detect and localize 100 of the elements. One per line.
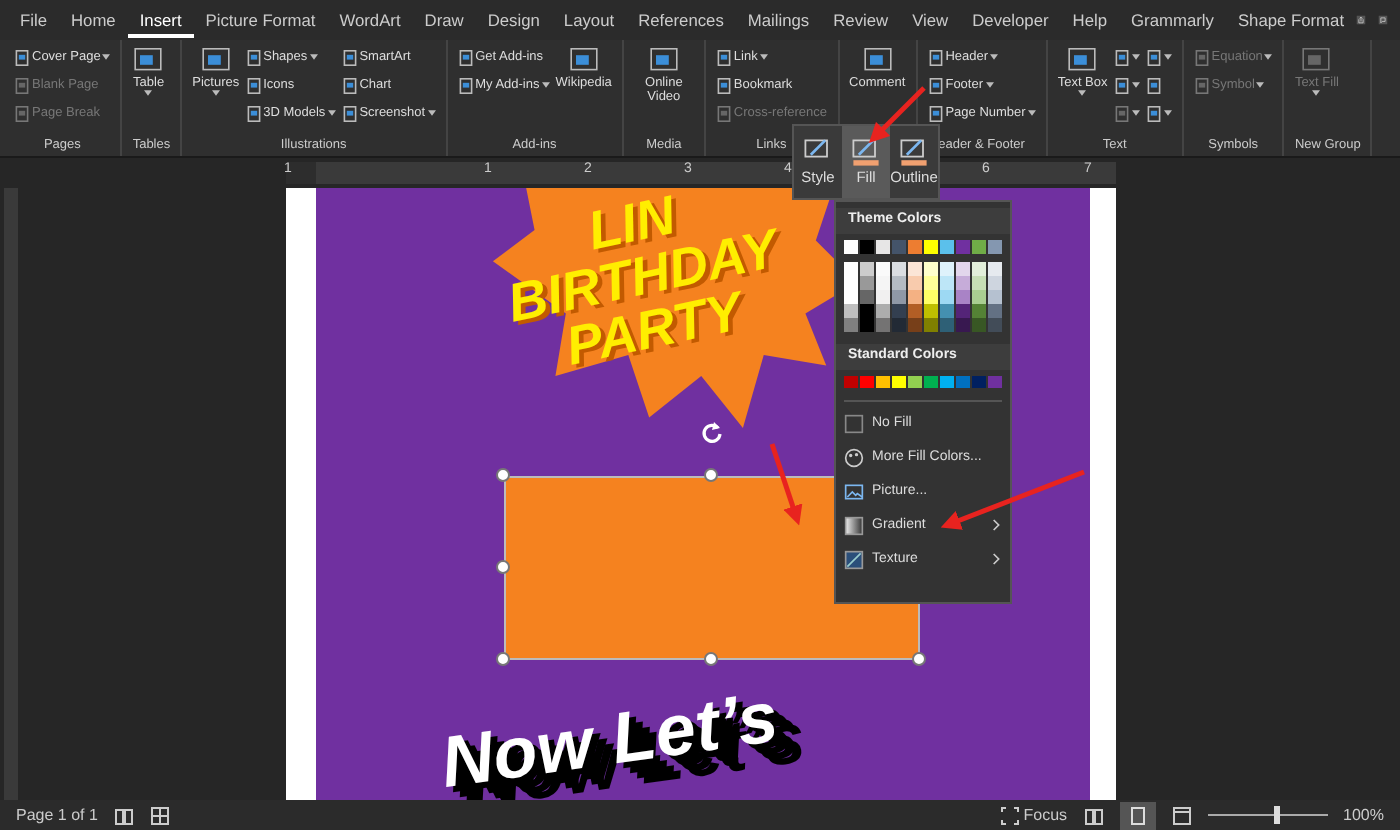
grid-icon[interactable] xyxy=(149,805,170,825)
empty-square-icon xyxy=(844,413,864,433)
color-swatch[interactable] xyxy=(892,375,905,388)
color-swatch[interactable] xyxy=(988,375,1001,388)
focus-icon xyxy=(999,805,1020,825)
color-swatch[interactable] xyxy=(940,240,953,253)
icon-button[interactable] xyxy=(1113,72,1140,98)
color-swatch[interactable] xyxy=(988,261,1001,275)
caret-icon xyxy=(541,82,550,88)
zoom-thumb[interactable] xyxy=(1273,806,1280,824)
caret-icon xyxy=(1131,82,1140,88)
window-icon xyxy=(567,44,600,76)
ribbon-tab[interactable]: Layout xyxy=(551,3,627,37)
caret-icon xyxy=(1312,90,1321,97)
caret-icon xyxy=(1131,54,1140,60)
ribbon-tab[interactable]: Home xyxy=(59,3,128,37)
gradient-square-icon xyxy=(844,515,864,535)
ribbon-tab[interactable]: Developer xyxy=(960,3,1061,37)
color-swatch[interactable] xyxy=(908,261,921,275)
ribbon-tab[interactable]: Picture Format xyxy=(193,3,328,37)
color-swatch[interactable] xyxy=(860,240,873,253)
resize-handle[interactable] xyxy=(496,468,510,482)
color-swatch[interactable] xyxy=(956,375,969,388)
caret-icon xyxy=(1264,54,1273,60)
caret-icon xyxy=(985,82,994,88)
color-swatch[interactable] xyxy=(876,375,889,388)
chevron-right-icon xyxy=(992,518,1002,532)
caret-icon xyxy=(1163,110,1172,116)
icon-button[interactable] xyxy=(1145,44,1172,70)
ribbon-tab[interactable]: File xyxy=(8,3,59,37)
window-icon xyxy=(199,44,232,76)
color-swatch[interactable] xyxy=(924,240,937,253)
color-swatch[interactable] xyxy=(988,240,1001,253)
focus-button[interactable]: Focus xyxy=(999,805,1068,825)
color-swatch[interactable] xyxy=(876,240,889,253)
caret-icon xyxy=(427,110,436,116)
caret-icon xyxy=(102,54,111,60)
ribbon-tab[interactable]: Mailings xyxy=(735,3,822,37)
resize-handle[interactable] xyxy=(496,652,510,666)
image-icon xyxy=(844,481,864,501)
color-swatch[interactable] xyxy=(924,261,937,275)
ribbon-tab[interactable]: WordArt xyxy=(327,3,413,37)
caret-icon xyxy=(144,90,153,97)
window-icon xyxy=(647,44,680,76)
arrow-annotation xyxy=(769,443,803,526)
color-swatch[interactable] xyxy=(972,240,985,253)
icon-button[interactable] xyxy=(1145,100,1172,126)
page-icon xyxy=(1127,805,1148,825)
color-swatch[interactable] xyxy=(844,375,857,388)
color-swatch[interactable] xyxy=(972,375,985,388)
ribbon-tab[interactable]: Grammarly xyxy=(1119,3,1226,37)
resize-handle[interactable] xyxy=(496,560,510,574)
caret-icon xyxy=(1163,54,1172,60)
color-swatch[interactable] xyxy=(940,375,953,388)
color-swatch[interactable] xyxy=(844,240,857,253)
read-mode-icon[interactable] xyxy=(1083,805,1104,825)
caret-icon xyxy=(1027,110,1036,116)
caret-icon xyxy=(759,54,768,60)
resize-handle[interactable] xyxy=(704,652,718,666)
caret-icon xyxy=(309,54,318,60)
window-icon xyxy=(132,44,165,76)
ribbon-tab[interactable]: Design xyxy=(475,3,552,37)
color-swatch[interactable] xyxy=(860,375,873,388)
color-swatch[interactable] xyxy=(972,261,985,275)
ribbon-tab[interactable]: View xyxy=(900,3,961,37)
ribbon-tab[interactable]: Help xyxy=(1060,3,1120,37)
resize-handle[interactable] xyxy=(912,652,926,666)
caret-icon xyxy=(1131,110,1140,116)
ribbon-tab[interactable]: References xyxy=(626,3,736,37)
color-swatch[interactable] xyxy=(940,261,953,275)
book-icon[interactable] xyxy=(113,805,134,825)
ribbon-tab[interactable]: Draw xyxy=(412,3,476,37)
color-swatch[interactable] xyxy=(924,375,937,388)
color-swatch[interactable] xyxy=(860,261,873,275)
icon-button[interactable] xyxy=(1113,44,1140,70)
zoom-level[interactable]: 100% xyxy=(1343,806,1384,824)
color-swatch[interactable] xyxy=(892,240,905,253)
color-swatch[interactable] xyxy=(876,261,889,275)
ribbon-tab[interactable]: Shape Format xyxy=(1225,3,1357,37)
pen-icon xyxy=(848,138,884,168)
pen-icon xyxy=(896,138,932,168)
window-icon xyxy=(1066,44,1099,76)
color-swatch[interactable] xyxy=(908,240,921,253)
color-swatch[interactable] xyxy=(908,375,921,388)
rotate-handle-icon[interactable] xyxy=(700,420,724,444)
window-icon xyxy=(861,44,894,76)
resize-handle[interactable] xyxy=(704,468,718,482)
caret-icon xyxy=(211,90,220,97)
color-swatch[interactable] xyxy=(956,261,969,275)
caret-icon xyxy=(327,110,336,116)
color-swatch[interactable] xyxy=(956,240,969,253)
color-swatch[interactable] xyxy=(844,261,857,275)
color-swatch[interactable] xyxy=(892,261,905,275)
caret-icon xyxy=(990,54,999,60)
print-layout-button[interactable] xyxy=(1119,801,1156,829)
page-count[interactable]: Page 1 of 1 xyxy=(16,806,98,824)
ribbon-tab[interactable]: Review xyxy=(821,3,901,37)
caret-icon xyxy=(1078,90,1087,97)
palette-icon xyxy=(844,447,864,467)
web-layout-icon[interactable] xyxy=(1171,805,1192,825)
